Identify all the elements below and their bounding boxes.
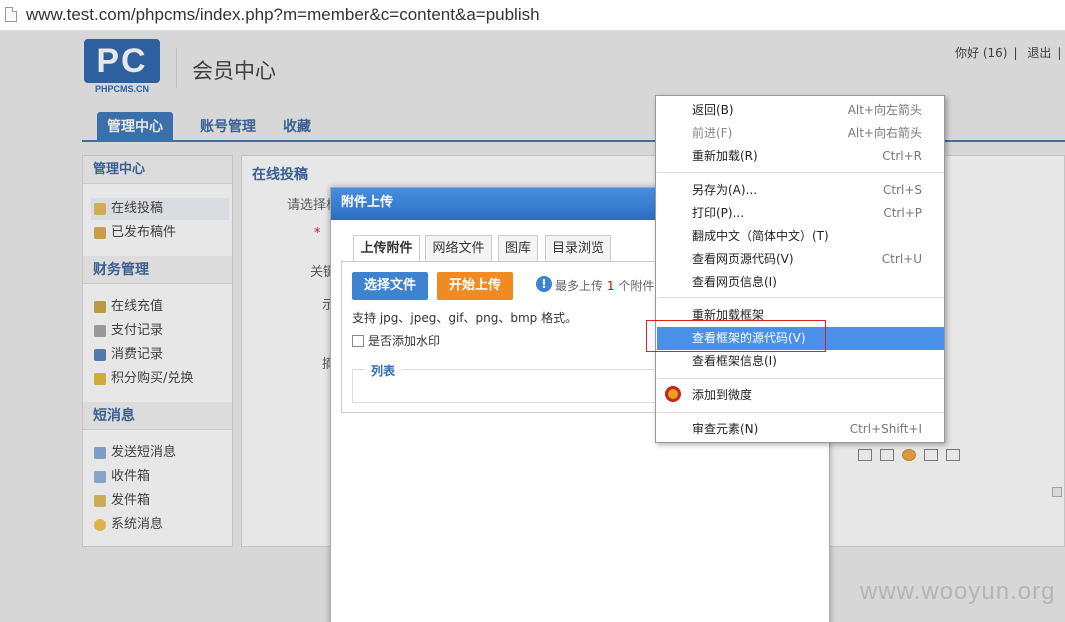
list-legend: 列表 — [365, 362, 402, 379]
info-icon: ! — [536, 276, 552, 292]
menu-shortcut: Ctrl+P — [883, 206, 922, 220]
supported-formats: 支持 jpg、jpeg、gif、png、bmp 格式。 — [352, 311, 578, 325]
menu-shortcut: Alt+向左箭头 — [847, 103, 922, 117]
menu-label: 返回(B) — [692, 103, 734, 117]
watermark-checkbox[interactable] — [352, 335, 364, 347]
info-suffix: 个附件, — [618, 279, 659, 293]
menu-separator — [657, 412, 944, 413]
info-count: 1 — [606, 279, 615, 293]
menu-item-save-as[interactable]: 另存为(A)... Ctrl+S — [657, 179, 944, 202]
tab-gallery[interactable]: 图库 — [498, 235, 538, 262]
tab-directory[interactable]: 目录浏览 — [545, 235, 611, 262]
menu-shortcut: Ctrl+R — [882, 149, 922, 163]
menu-label: 重新加载(R) — [692, 149, 758, 163]
url-text[interactable]: www.test.com/phpcms/index.php?m=member&c… — [26, 5, 540, 25]
tab-upload[interactable]: 上传附件 — [353, 235, 420, 262]
menu-separator — [657, 297, 944, 298]
menu-label: 前进(F) — [692, 126, 733, 140]
watermark-text: www.wooyun.org — [860, 578, 1056, 605]
menu-shortcut: Ctrl+U — [881, 252, 922, 266]
menu-label: 查看网页源代码(V) — [692, 252, 794, 266]
upload-limit-info: 最多上传 1 个附件, — [555, 277, 658, 294]
menu-separator — [657, 378, 944, 379]
menu-label: 打印(P)... — [692, 206, 745, 220]
menu-item-add-to-weidu[interactable]: 添加到微度 — [657, 384, 944, 407]
menu-item-print[interactable]: 打印(P)... Ctrl+P — [657, 202, 944, 225]
menu-label: 翻成中文（简体中文）(T) — [692, 229, 829, 243]
address-bar[interactable]: www.test.com/phpcms/index.php?m=member&c… — [0, 0, 1065, 31]
info-prefix: 最多上传 — [555, 279, 604, 293]
tab-network-file[interactable]: 网络文件 — [425, 235, 492, 262]
start-upload-button[interactable]: 开始上传 — [437, 272, 513, 300]
menu-item-frame-info[interactable]: 查看框架信息(I) — [657, 350, 944, 373]
menu-shortcut: Ctrl+Shift+I — [849, 422, 922, 436]
weidu-icon — [665, 386, 681, 402]
watermark-option[interactable]: 是否添加水印 — [352, 332, 440, 349]
menu-label: 审查元素(N) — [692, 422, 759, 436]
menu-item-translate[interactable]: 翻成中文（简体中文）(T) — [657, 225, 944, 248]
context-menu: 返回(B) Alt+向左箭头 前进(F) Alt+向右箭头 重新加载(R) Ctrl+… — [655, 95, 945, 443]
page-icon — [5, 7, 17, 22]
menu-item-back[interactable]: 返回(B) Alt+向左箭头 — [657, 99, 944, 122]
watermark-label: 是否添加水印 — [368, 334, 441, 348]
menu-item-reload[interactable]: 重新加载(R) Ctrl+R — [657, 145, 944, 168]
menu-shortcut: Alt+向右箭头 — [847, 126, 922, 140]
menu-label: 查看网页信息(I) — [692, 275, 777, 289]
menu-label: 添加到微度 — [692, 388, 753, 402]
select-file-button[interactable]: 选择文件 — [352, 272, 428, 300]
menu-item-view-source[interactable]: 查看网页源代码(V) Ctrl+U — [657, 248, 944, 271]
menu-shortcut: Ctrl+S — [882, 183, 922, 197]
menu-label: 另存为(A)... — [692, 183, 758, 197]
menu-item-page-info[interactable]: 查看网页信息(I) — [657, 271, 944, 294]
highlight-box — [646, 320, 826, 352]
menu-separator — [657, 172, 944, 173]
menu-label: 查看框架信息(I) — [692, 354, 777, 368]
menu-item-forward[interactable]: 前进(F) Alt+向右箭头 — [657, 122, 944, 145]
menu-item-inspect[interactable]: 审查元素(N) Ctrl+Shift+I — [657, 418, 944, 441]
